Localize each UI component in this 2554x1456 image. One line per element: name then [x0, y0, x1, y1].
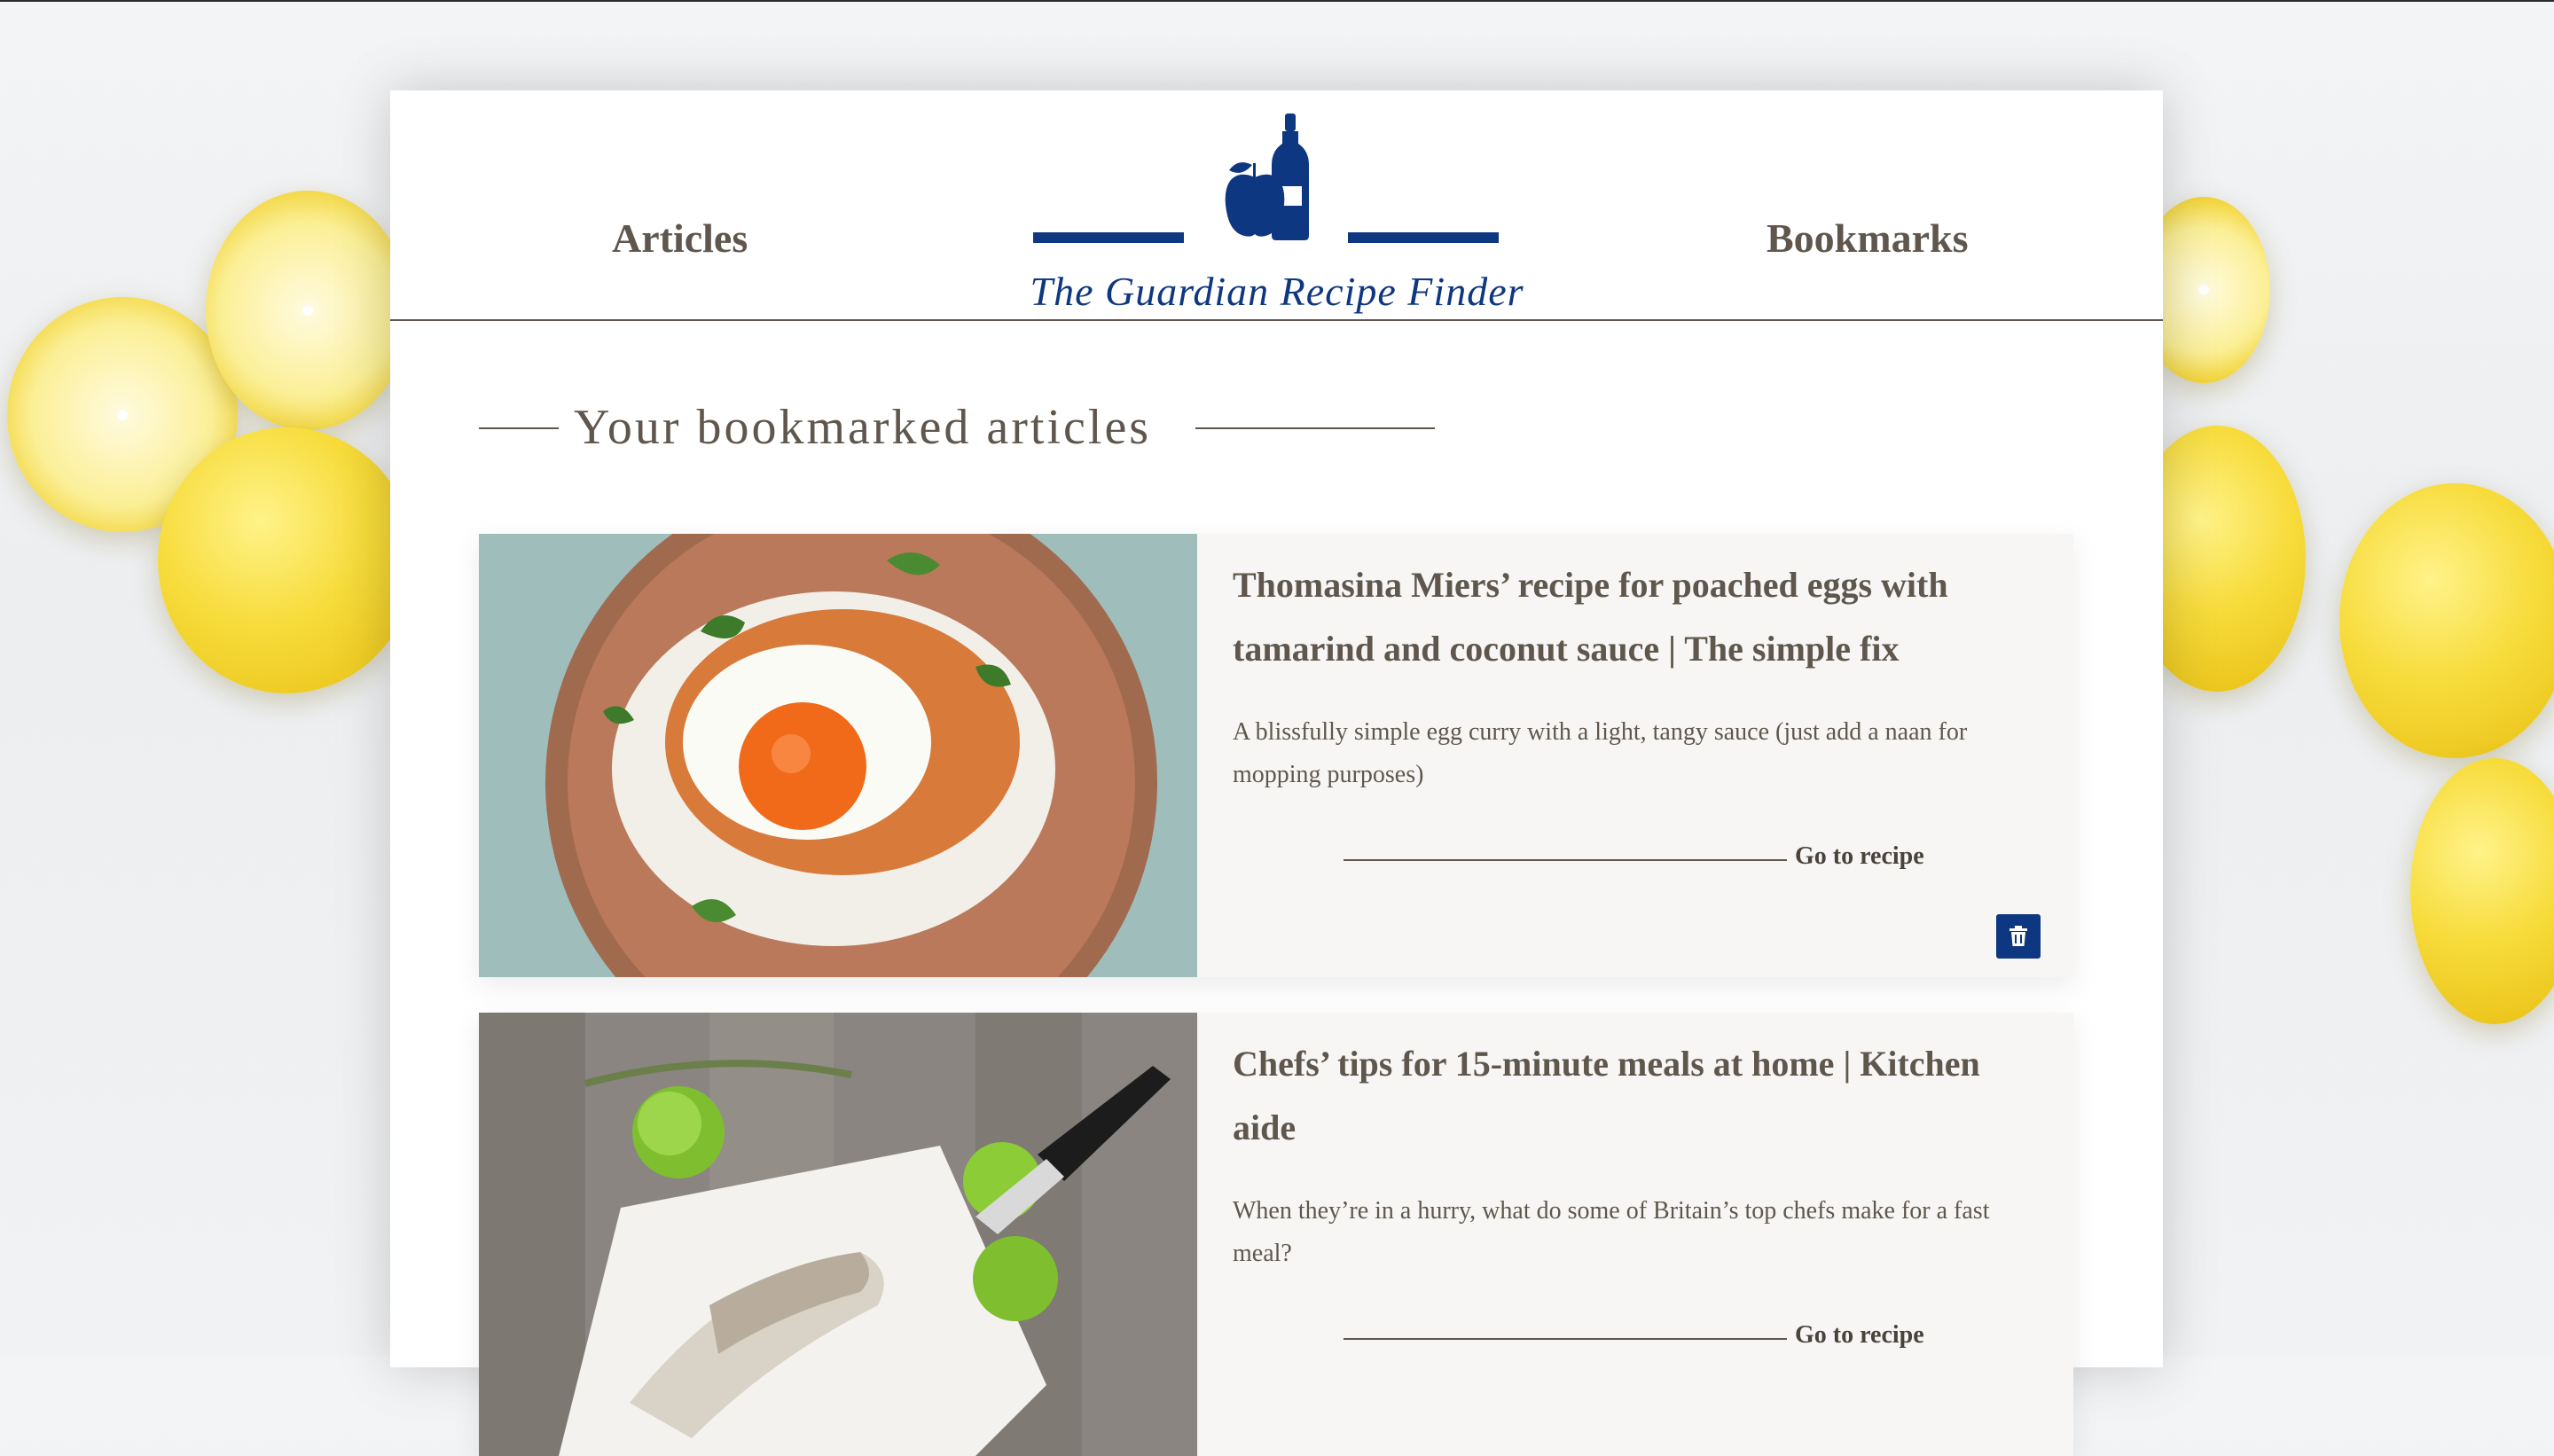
bookmark-card: Chefs’ tips for 15-minute meals at home … [479, 1013, 2073, 1456]
remove-bookmark-button[interactable] [1996, 914, 2041, 959]
title-rule-left [479, 427, 559, 429]
window-top-border [0, 0, 2554, 2]
site-header: Articles The Guardian Recipe Finder Book… [390, 90, 2163, 321]
main-card: Articles The Guardian Recipe Finder Book… [390, 90, 2163, 1456]
lemon-decoration [2339, 483, 2554, 758]
logo-rule-right [1348, 232, 1499, 243]
brand-logo[interactable]: The Guardian Recipe Finder [1020, 108, 1534, 314]
article-body: Thomasina Miers’ recipe for poached eggs… [1233, 534, 2049, 977]
article-image-fish-fillet[interactable] [479, 1013, 1197, 1456]
lemon-half-decoration [206, 191, 410, 430]
brand-title: The Guardian Recipe Finder [1030, 269, 1524, 314]
article-image-egg-curry[interactable] [479, 534, 1197, 977]
article-body: Chefs’ tips for 15-minute meals at home … [1233, 1013, 2049, 1456]
lemon-decoration [158, 427, 415, 693]
article-description: A blissfully simple egg curry with a lig… [1233, 718, 1968, 788]
article-title[interactable]: Chefs’ tips for 15-minute meals at home … [1233, 1032, 2049, 1160]
go-to-recipe-link[interactable]: Go to recipe [1795, 842, 1924, 871]
trash-icon [2010, 926, 2027, 946]
article-title[interactable]: Thomasina Miers’ recipe for poached eggs… [1233, 553, 2049, 681]
go-to-recipe-link[interactable]: Go to recipe [1795, 1321, 1924, 1350]
nav-articles-link[interactable]: Articles [612, 215, 748, 262]
bookmark-card: Thomasina Miers’ recipe for poached eggs… [479, 534, 2073, 977]
apple-and-bottle-icon [1225, 114, 1309, 240]
logo-rule-left [1033, 232, 1184, 243]
page-title: Your bookmarked articles [574, 400, 1152, 455]
lemon-decoration [2410, 758, 2554, 1024]
link-rule [1344, 859, 1787, 861]
link-rule [1344, 1338, 1787, 1340]
article-description: When they’re in a hurry, what do some of… [1233, 1197, 1990, 1267]
title-rule-right [1195, 427, 1435, 429]
nav-bookmarks-link[interactable]: Bookmarks [1767, 215, 1968, 262]
